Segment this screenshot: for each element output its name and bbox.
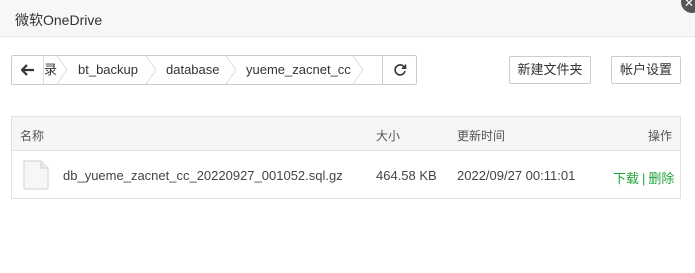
column-header-name[interactable]: 名称 [20,127,44,144]
column-header-size[interactable]: 大小 [376,127,400,144]
file-name[interactable]: db_yueme_zacnet_cc_20220927_001052.sql.g… [63,168,343,183]
action-separator: | [642,171,646,186]
breadcrumb-item-database[interactable]: database [166,56,220,84]
chevron-right-icon [225,56,237,84]
delete-link[interactable]: 删除 [648,171,674,186]
row-actions: 下载 | 删除 [613,168,674,187]
table-header: 名称 大小 更新时间 操作 [12,117,680,151]
column-header-modified[interactable]: 更新时间 [457,127,505,144]
account-settings-button[interactable]: 帐户设置 [611,56,681,84]
arrow-left-icon[interactable] [20,64,35,76]
file-size: 464.58 KB [376,168,437,183]
breadcrumb-item-bt-backup[interactable]: bt_backup [78,56,138,84]
file-icon [23,160,49,190]
window-title: 微软OneDrive [15,12,103,28]
breadcrumb: 录 bt_backup database yueme_zacnet_cc [11,55,417,85]
file-modified-time: 2022/09/27 00:11:01 [457,168,576,183]
refresh-button[interactable] [382,56,416,84]
chevron-right-icon [145,56,157,84]
back-button[interactable] [12,56,44,84]
chevron-right-icon [56,56,68,84]
column-header-actions: 操作 [648,129,673,143]
chevron-right-icon [352,56,364,84]
table-row[interactable]: db_yueme_zacnet_cc_20220927_001052.sql.g… [12,152,680,198]
breadcrumb-item-yueme-zacnet-cc[interactable]: yueme_zacnet_cc [246,56,351,84]
new-folder-button[interactable]: 新建文件夹 [509,56,591,84]
title-bar: 微软OneDrive [0,0,695,37]
download-link[interactable]: 下载 [613,171,639,186]
close-icon[interactable]: ✕ [684,0,694,9]
refresh-icon[interactable] [393,63,407,77]
file-table: 名称 大小 更新时间 操作 db_yueme_zacnet_cc_2022092… [11,116,681,199]
